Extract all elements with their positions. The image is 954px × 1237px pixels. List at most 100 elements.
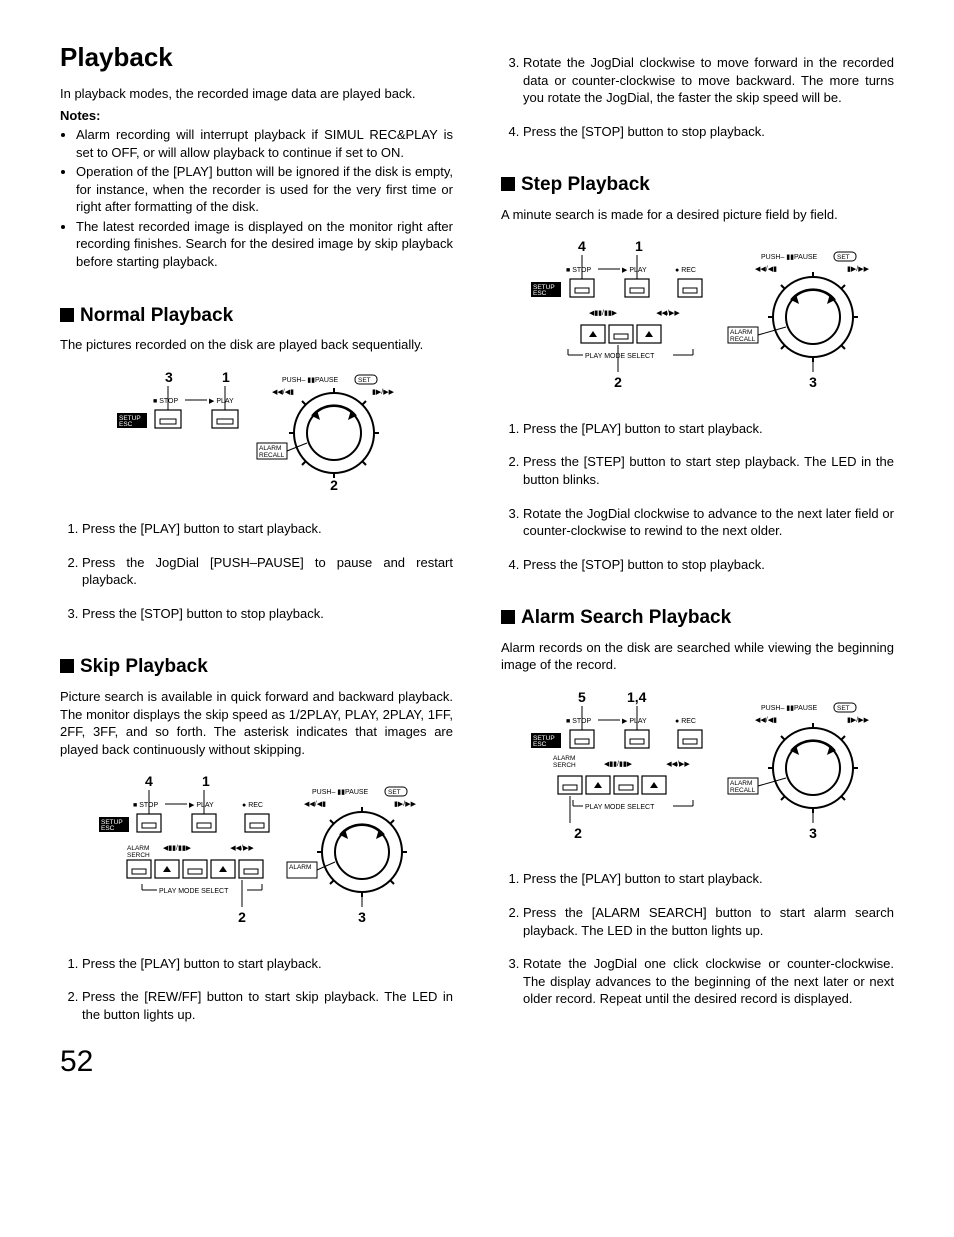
push-pause-label: PUSH– ▮▮PAUSE — [761, 254, 818, 261]
steps-alarm: Press the [PLAY] button to start playbac… — [501, 870, 894, 1007]
alarm-recall-label: ALARM — [259, 445, 281, 452]
note-item: The latest recorded image is displayed o… — [76, 218, 453, 271]
step-item: Press the [REW/FF] button to start skip … — [82, 988, 453, 1023]
step-item: Rotate the JogDial one click clockwise o… — [523, 955, 894, 1008]
callout-1: 1 — [202, 773, 210, 789]
stop-label: ■ STOP — [133, 802, 158, 809]
note-item: Operation of the [PLAY] button will be i… — [76, 163, 453, 216]
diagram-skip-playback: 4 1 2 3 ■ STOP ▶ PLAY ● REC SETUP ESC — [60, 772, 453, 937]
callout-4: 4 — [145, 773, 153, 789]
alarm-serch-label: ALARM — [553, 755, 575, 762]
stop-label: ■ STOP — [153, 398, 178, 405]
step-item: Press the [STOP] button to stop playback… — [523, 123, 894, 141]
step-item: Press the [STEP] button to start step pl… — [523, 453, 894, 488]
callout-3: 3 — [165, 369, 173, 385]
section-heading-skip: Skip Playback — [60, 654, 453, 680]
esc-label: ESC — [533, 290, 547, 297]
square-bullet-icon — [60, 308, 74, 322]
step-item: Press the [PLAY] button to start playbac… — [82, 520, 453, 538]
diagram-normal-playback: 3 1 2 ■ STOP ▶ PLAY SETUP ESC PUSH– ▮▮PA… — [60, 368, 453, 503]
ff-step-icon: ▮▶/▶▶ — [372, 389, 395, 396]
jogdial-ridges — [317, 807, 407, 897]
step-rew-icon: ◀▮▮/▮▮▶ — [162, 845, 191, 852]
callout-3: 3 — [809, 374, 817, 390]
section-title-text: Normal Playback — [80, 305, 233, 326]
steps-skip-continued: Rotate the JogDial clockwise to move for… — [501, 54, 894, 140]
alarm-recall-label: ALARM — [289, 864, 311, 871]
push-pause-label: PUSH– ▮▮PAUSE — [282, 377, 339, 384]
set-label: SET — [358, 377, 371, 384]
page-number: 52 — [60, 1042, 453, 1083]
stop-label: ■ STOP — [566, 718, 591, 725]
set-label: SET — [388, 789, 401, 796]
set-label: SET — [837, 254, 850, 261]
ff-step-icon: ▮▶/▶▶ — [847, 266, 870, 273]
step-item: Rotate the JogDial clockwise to advance … — [523, 505, 894, 540]
ff-step-icon: ▮▶/▶▶ — [394, 801, 417, 808]
section-title-text: Alarm Search Playback — [521, 607, 731, 628]
alarm-serch-label2: SERCH — [127, 852, 150, 859]
step-item: Press the [PLAY] button to start playbac… — [523, 420, 894, 438]
step-item: Rotate the JogDial clockwise to move for… — [523, 54, 894, 107]
notes-list: Alarm recording will interrupt playback … — [76, 126, 453, 270]
diagram-alarm-playback: 5 1,4 2 3 ■ STOP ▶ PLAY ● REC SETUP ESC … — [501, 688, 894, 853]
callout-2: 2 — [330, 477, 338, 493]
play-label: ▶ PLAY — [622, 267, 647, 274]
section-title-text: Skip Playback — [80, 656, 208, 677]
esc-label: ESC — [101, 825, 115, 832]
steps-skip: Press the [PLAY] button to start playbac… — [60, 955, 453, 1024]
rec-label: ● REC — [675, 267, 696, 274]
callout-3: 3 — [358, 909, 366, 925]
callout-2: 2 — [238, 909, 246, 925]
rew-step-icon: ◀◀/◀▮ — [272, 389, 294, 396]
callout-4: 4 — [578, 238, 586, 254]
esc-label: ESC — [533, 741, 547, 748]
callout-1: 1 — [635, 238, 643, 254]
alarm-recall-label: ALARM — [730, 329, 752, 336]
push-pause-label: PUSH– ▮▮PAUSE — [312, 789, 369, 796]
step-item: Press the JogDial [PUSH–PAUSE] to pause … — [82, 554, 453, 589]
callout-1: 1 — [222, 369, 230, 385]
section-text: Alarm records on the disk are searched w… — [501, 639, 894, 674]
rew-step-icon: ◀◀/◀▮ — [755, 266, 777, 273]
step-rew-icon: ◀▮▮/▮▮▶ — [603, 761, 632, 768]
section-title-text: Step Playback — [521, 174, 650, 195]
callout-2: 2 — [614, 374, 622, 390]
diagram-step-playback: 4 1 2 3 ■ STOP ▶ PLAY ● REC SETUP ESC ◀▮… — [501, 237, 894, 402]
steps-normal: Press the [PLAY] button to start playbac… — [60, 520, 453, 622]
notes-label: Notes: — [60, 107, 453, 125]
jogdial-ridges — [289, 388, 379, 478]
play-label: ▶ PLAY — [189, 802, 214, 809]
rec-label: ● REC — [242, 802, 263, 809]
callout-5: 5 — [578, 689, 586, 705]
rew-ff-icon: ◀◀/▶▶ — [666, 761, 690, 768]
jogdial-ridges — [768, 723, 858, 813]
play-mode-select-label: PLAY MODE SELECT — [585, 353, 655, 360]
callout-1-4: 1,4 — [627, 689, 647, 705]
play-mode-select-label: PLAY MODE SELECT — [585, 804, 655, 811]
callout-3: 3 — [809, 825, 817, 841]
step-item: Press the [PLAY] button to start playbac… — [523, 870, 894, 888]
alarm-recall-label2: RECALL — [730, 336, 756, 343]
ff-step-icon: ▮▶/▶▶ — [847, 717, 870, 724]
set-label: SET — [837, 705, 850, 712]
alarm-recall-label: ALARM — [730, 780, 752, 787]
step-item: Press the [PLAY] button to start playbac… — [82, 955, 453, 973]
intro-text: In playback modes, the recorded image da… — [60, 85, 453, 103]
square-bullet-icon — [60, 659, 74, 673]
note-item: Alarm recording will interrupt playback … — [76, 126, 453, 161]
step-item: Press the [STOP] button to stop playback… — [82, 605, 453, 623]
rew-ff-icon: ◀◀/▶▶ — [230, 845, 254, 852]
square-bullet-icon — [501, 610, 515, 624]
section-text: A minute search is made for a desired pi… — [501, 206, 894, 224]
page-title: Playback — [60, 40, 453, 75]
alarm-recall-label2: RECALL — [730, 787, 756, 794]
step-rew-icon: ◀▮▮/▮▮▶ — [588, 310, 617, 317]
square-bullet-icon — [501, 177, 515, 191]
step-item: Press the [STOP] button to stop playback… — [523, 556, 894, 574]
stop-label: ■ STOP — [566, 267, 591, 274]
section-heading-normal: Normal Playback — [60, 303, 453, 329]
section-text: Picture search is available in quick for… — [60, 688, 453, 758]
jogdial-ridges — [768, 272, 858, 362]
rew-ff-icon: ◀◀/▶▶ — [656, 310, 680, 317]
